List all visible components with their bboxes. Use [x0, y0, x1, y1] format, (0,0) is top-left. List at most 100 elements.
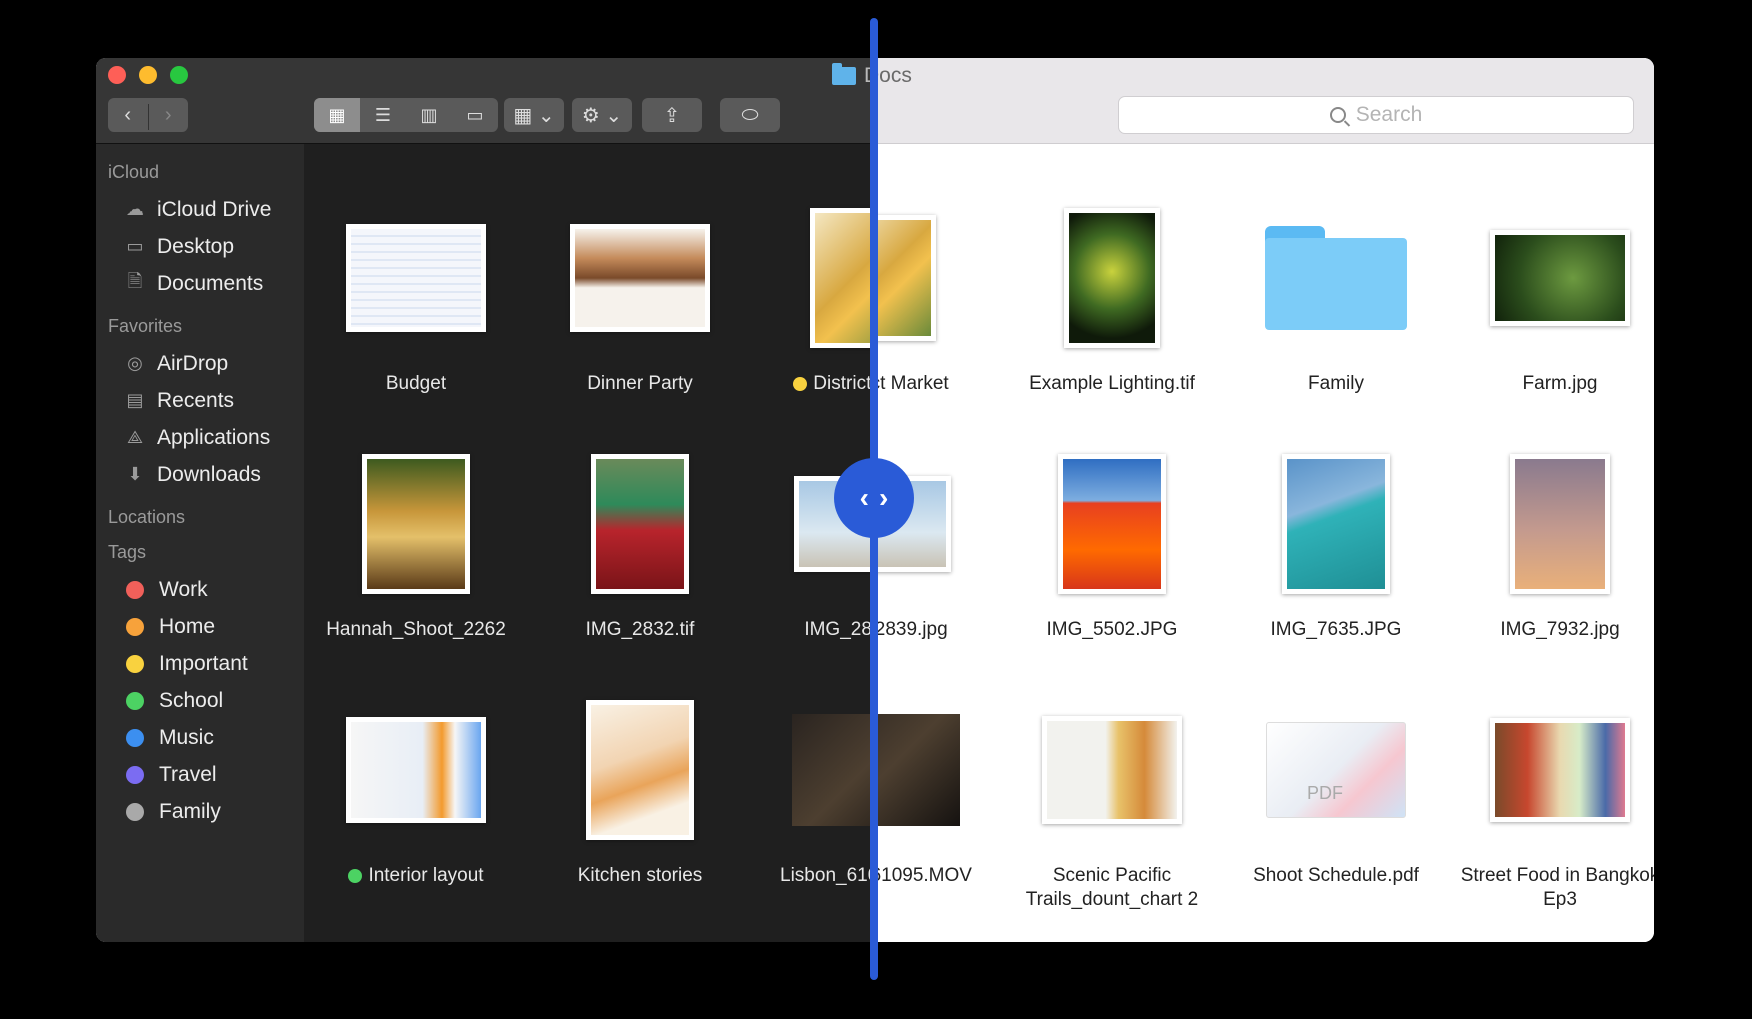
- file-name: District Market: [813, 373, 876, 394]
- file-item[interactable]: Budget: [306, 198, 526, 396]
- document-thumbnail: [346, 717, 486, 823]
- sidebar-tag-home[interactable]: Home: [96, 608, 304, 645]
- close-button[interactable]: [108, 66, 126, 84]
- list-view-button[interactable]: ☰: [360, 98, 406, 132]
- sidebar-item-downloads[interactable]: ⬇ Downloads: [96, 456, 304, 493]
- downloads-icon: ⬇: [127, 464, 143, 484]
- sidebar-section-favorites: Favorites: [108, 316, 183, 336]
- sidebar-item-label: Music: [159, 725, 214, 749]
- sidebar-item-label: Family: [159, 799, 221, 823]
- file-item[interactable]: Family: [1226, 198, 1446, 396]
- share-icon: ⇪: [663, 104, 681, 127]
- file-item[interactable]: Interior layout: [306, 690, 526, 888]
- column-view-button[interactable]: ▥: [406, 98, 452, 132]
- file-item[interactable]: IMG_7635.JPG: [1226, 444, 1446, 642]
- tag-color-dot: [348, 869, 363, 883]
- file-item[interactable]: Street Food in Bangkok Ep3: [1450, 690, 1654, 912]
- sidebar-tag-work[interactable]: Work: [96, 571, 304, 608]
- sidebar-item-applications[interactable]: ⟁ Applications: [96, 419, 304, 456]
- file-name: Example Lighting.tif: [1029, 373, 1195, 394]
- sidebar-item-label: Travel: [159, 762, 217, 786]
- sidebar-item-airdrop[interactable]: ◎ AirDrop: [96, 345, 304, 382]
- image-thumbnail: [1282, 454, 1390, 594]
- navigation-buttons: ‹ ›: [108, 98, 188, 132]
- forward-button[interactable]: ›: [149, 98, 189, 132]
- sidebar-item-label: AirDrop: [157, 351, 229, 375]
- file-item[interactable]: Farm.jpg: [1450, 198, 1654, 396]
- pdf-icon: PDF: [1266, 722, 1406, 818]
- file-item[interactable]: IMG_2832.tif: [530, 444, 750, 642]
- sidebar-item-label: Documents: [157, 271, 264, 295]
- recents-icon: ▤: [126, 390, 144, 410]
- file-name: IMG_7635.JPG: [1270, 619, 1402, 640]
- document-thumbnail: [1490, 718, 1630, 822]
- sidebar: iCloud ☁ iCloud Drive ▭ Desktop 🗎 Docume…: [96, 144, 304, 942]
- edit-tags-button[interactable]: ⬭: [720, 98, 780, 132]
- tag-icon: ⬭: [741, 103, 759, 126]
- chevron-left-icon: ‹: [859, 482, 869, 513]
- file-name: IMG_5502.JPG: [1046, 619, 1178, 640]
- sidebar-section-icloud: iCloud: [108, 162, 160, 182]
- file-name: IMG_2832.tif: [585, 619, 695, 640]
- sidebar-item-label: Desktop: [157, 234, 235, 258]
- gear-icon: ⚙ ⌄: [581, 104, 623, 127]
- file-name: Kitchen stories: [577, 865, 703, 886]
- file-item[interactable]: Scenic Pacific Trails_dount_chart 2: [1002, 690, 1222, 912]
- search-input[interactable]: Search: [1118, 96, 1634, 134]
- file-name: Interior layout: [368, 865, 484, 886]
- file-item[interactable]: IMG_5502.JPG: [1002, 444, 1222, 642]
- sidebar-item-label: iCloud Drive: [157, 197, 272, 221]
- chevron-right-icon: ›: [879, 482, 889, 513]
- image-thumbnail: [1510, 454, 1610, 594]
- zoom-button[interactable]: [170, 66, 188, 84]
- file-item[interactable]: Lisbon_61095.MOV: [754, 690, 876, 888]
- minimize-button[interactable]: [139, 66, 157, 84]
- group-by-button[interactable]: ▦ ⌄: [504, 98, 564, 132]
- sidebar-item-recents[interactable]: ▤ Recents: [96, 382, 304, 419]
- file-name: Farm.jpg: [1522, 373, 1598, 394]
- sidebar-section-locations[interactable]: Locations: [96, 507, 304, 528]
- file-item[interactable]: IMG_7932.jpg: [1450, 444, 1654, 642]
- view-mode-segmented: ▦ ☰ ▥ ▭: [314, 98, 498, 132]
- toolbar-dark: Docs ‹ › ▦ ☰ ▥ ▭ ▦ ⌄ ⚙ ⌄ ⇪ ⬭: [96, 58, 876, 144]
- document-thumbnail: [586, 700, 694, 840]
- folder-icon: [832, 63, 856, 85]
- airdrop-icon: ◎: [127, 353, 143, 373]
- icon-view-button[interactable]: ▦: [314, 98, 360, 132]
- file-item[interactable]: Hannah_Shoot_2262: [306, 444, 526, 642]
- sidebar-item-documents[interactable]: 🗎 Documents: [96, 265, 304, 302]
- sidebar-item-icloud-drive[interactable]: ☁ iCloud Drive: [96, 191, 304, 228]
- cloud-icon: ☁: [126, 199, 144, 219]
- tag-color-dot: [126, 802, 144, 821]
- gallery-view-button[interactable]: ▭: [452, 98, 498, 132]
- tag-color-dot: [126, 654, 144, 673]
- tag-color-dot: [126, 691, 144, 710]
- spreadsheet-thumbnail: [346, 224, 486, 332]
- sidebar-item-desktop[interactable]: ▭ Desktop: [96, 228, 304, 265]
- file-item[interactable]: Example Lighting.tif: [1002, 198, 1222, 396]
- comparison-slider-handle[interactable]: ‹ ›: [834, 458, 914, 538]
- file-grid-dark: Budget Hannah_Shoot_2262 Interior layout…: [304, 144, 876, 942]
- tag-color-dot: [126, 728, 144, 747]
- sidebar-item-label: Work: [159, 577, 208, 601]
- back-button[interactable]: ‹: [108, 98, 148, 132]
- file-item[interactable]: PDF Shoot Schedule.pdf: [1226, 690, 1446, 888]
- sidebar-tag-family[interactable]: Family: [96, 793, 304, 830]
- file-name: Shoot Schedule.pdf: [1253, 865, 1419, 886]
- sidebar-item-label: Important: [159, 651, 248, 675]
- file-name: Family: [1308, 373, 1364, 394]
- sidebar-tag-travel[interactable]: Travel: [96, 756, 304, 793]
- sidebar-tag-school[interactable]: School: [96, 682, 304, 719]
- file-item[interactable]: District Market: [754, 198, 876, 396]
- search-icon: [1329, 107, 1346, 123]
- sidebar-tag-important[interactable]: Important: [96, 645, 304, 682]
- action-button[interactable]: ⚙ ⌄: [572, 98, 632, 132]
- sidebar-item-label: School: [159, 688, 224, 712]
- file-name: IMG_2839.jpg: [804, 619, 876, 640]
- share-button[interactable]: ⇪: [642, 98, 702, 132]
- file-name: Hannah_Shoot_2262: [326, 619, 506, 640]
- file-item[interactable]: Dinner Party: [530, 198, 750, 396]
- sidebar-tag-music[interactable]: Music: [96, 719, 304, 756]
- folder-icon: [1265, 226, 1407, 330]
- file-item[interactable]: Kitchen stories: [530, 690, 750, 888]
